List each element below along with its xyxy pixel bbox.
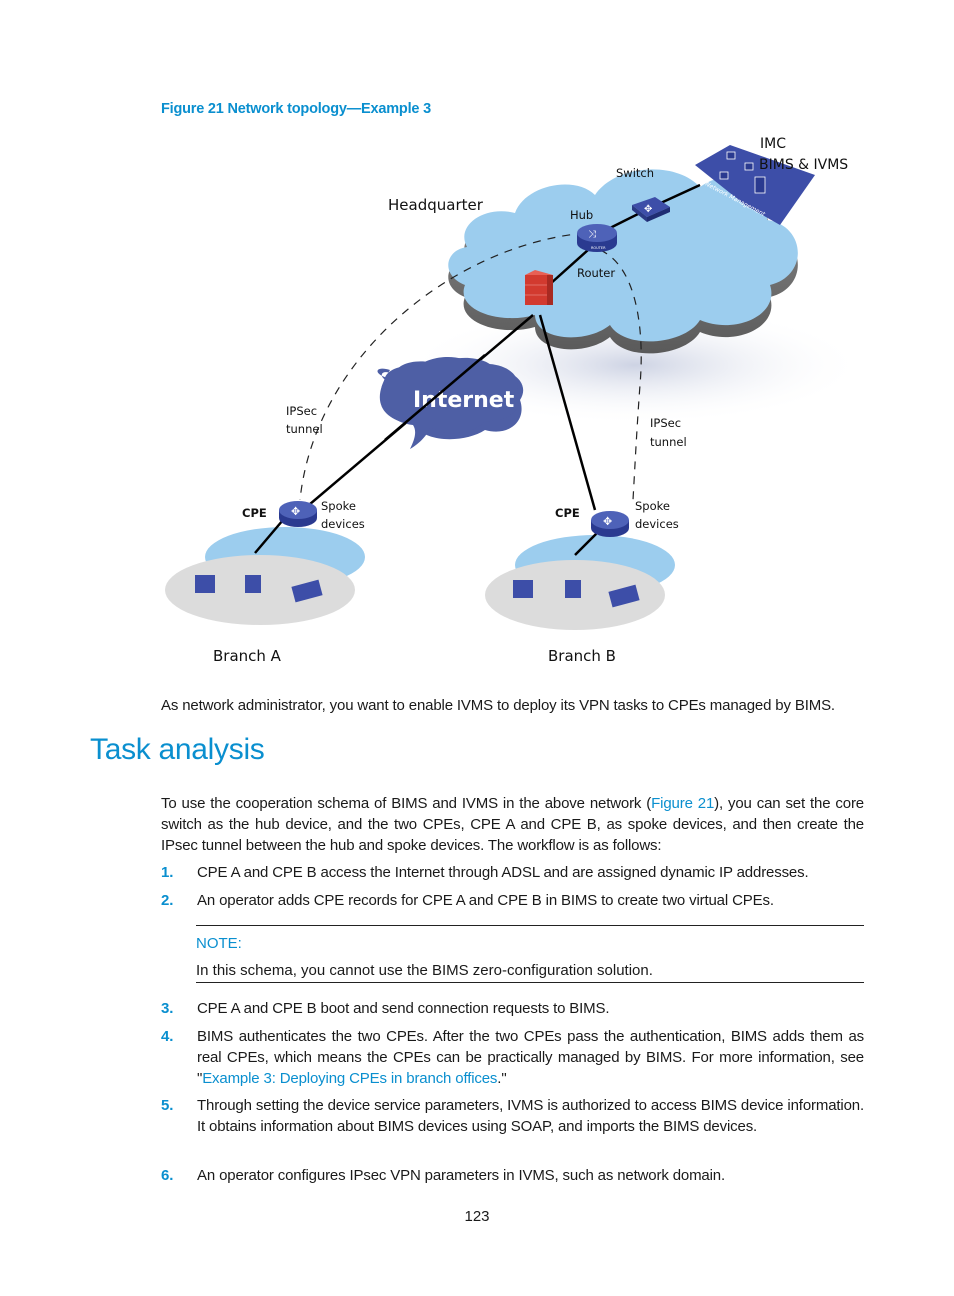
server-icon [726, 151, 736, 160]
devices-a-label: devices [321, 517, 365, 531]
figure-caption: Figure 21 Network topology—Example 3 [161, 101, 431, 117]
bims-ivms-label: BIMS & IVMS [759, 157, 848, 173]
cpe-b-label: CPE [555, 506, 580, 520]
switch-label: Switch [616, 166, 654, 180]
imc-label: IMC [760, 136, 786, 152]
step-number: 5. [161, 1097, 174, 1114]
branch-a-label: Branch A [213, 647, 282, 665]
step-text: An operator adds CPE records for CPE A a… [197, 892, 774, 909]
step-text: CPE A and CPE B boot and send connection… [197, 1000, 610, 1017]
page-number: 123 [464, 1208, 490, 1225]
section-heading: Task analysis [90, 733, 265, 766]
step-text: An operator configures IPsec VPN paramet… [197, 1167, 726, 1184]
laptop-icon [565, 580, 581, 598]
spoke-b-label: Spoke [635, 499, 670, 513]
list-item: 5. Through setting the device service pa… [161, 1095, 864, 1137]
note-text: In this schema, you cannot use the BIMS … [196, 962, 653, 979]
cpe-a-router-glyph: ✥ [291, 505, 300, 518]
step-text: Through setting the device service param… [197, 1097, 864, 1135]
tunnel-left-label: tunnel [286, 422, 323, 436]
step-number: 4. [161, 1028, 174, 1045]
list-item: 4. BIMS authenticates the two CPEs. Afte… [161, 1026, 864, 1089]
server-icon [719, 171, 729, 180]
intro-paragraph: As network administrator, you want to en… [161, 697, 835, 714]
branch-b-label: Branch B [548, 647, 616, 665]
hub-router-arrows: ⤨ [588, 229, 596, 240]
figure-21-link[interactable]: Figure 21 [651, 795, 714, 812]
spoke-a-label: Spoke [321, 499, 356, 513]
headquarter-label: Headquarter [388, 196, 484, 214]
firewall-side [547, 275, 553, 305]
switch-arrows: ✥ [644, 204, 652, 215]
paragraph-text-before: To use the cooperation schema of BIMS an… [161, 795, 652, 812]
network-topology-diagram: Network Management ✥ ⤨ ROUTER Internet ✥ [165, 136, 865, 665]
step-text: CPE A and CPE B access the Internet thro… [197, 864, 809, 881]
list-item: 1. CPE A and CPE B access the Internet t… [161, 862, 864, 883]
cpe-a-label: CPE [242, 506, 267, 520]
tunnel-right-label: tunnel [650, 435, 687, 449]
step-number: 3. [161, 1000, 174, 1017]
devices-b-label: devices [635, 517, 679, 531]
desktop-icon [195, 575, 215, 593]
router-label: Router [577, 266, 615, 280]
step-number: 1. [161, 864, 174, 881]
server-icon [754, 176, 766, 194]
ipsec-right-label: IPSec [650, 416, 681, 430]
laptop-icon [245, 575, 261, 593]
internet-label: Internet [413, 388, 515, 413]
router-badge: ROUTER [591, 246, 606, 250]
step-number: 6. [161, 1167, 174, 1184]
step-number: 2. [161, 892, 174, 909]
step-text: BIMS authenticates the two CPEs. After t… [197, 1026, 864, 1089]
example-3-link[interactable]: Example 3: Deploying CPEs in branch offi… [202, 1070, 497, 1087]
server-icon [744, 162, 754, 171]
task-analysis-paragraph: To use the cooperation schema of BIMS an… [161, 793, 864, 856]
list-item: 2. An operator adds CPE records for CPE … [161, 890, 864, 911]
step-text-after: ." [497, 1070, 507, 1087]
hub-label: Hub [570, 208, 593, 222]
ipsec-left-label: IPSec [286, 404, 317, 418]
list-item: 3. CPE A and CPE B boot and send connect… [161, 998, 864, 1019]
note-label: NOTE: [196, 935, 242, 952]
cpe-b-router-glyph: ✥ [603, 515, 612, 528]
list-item: 6. An operator configures IPsec VPN para… [161, 1165, 864, 1186]
firewall-icon [525, 275, 547, 305]
hub-router-top [577, 224, 617, 242]
desktop-icon [513, 580, 533, 598]
note-box: NOTE: In this schema, you cannot use the… [196, 925, 864, 983]
